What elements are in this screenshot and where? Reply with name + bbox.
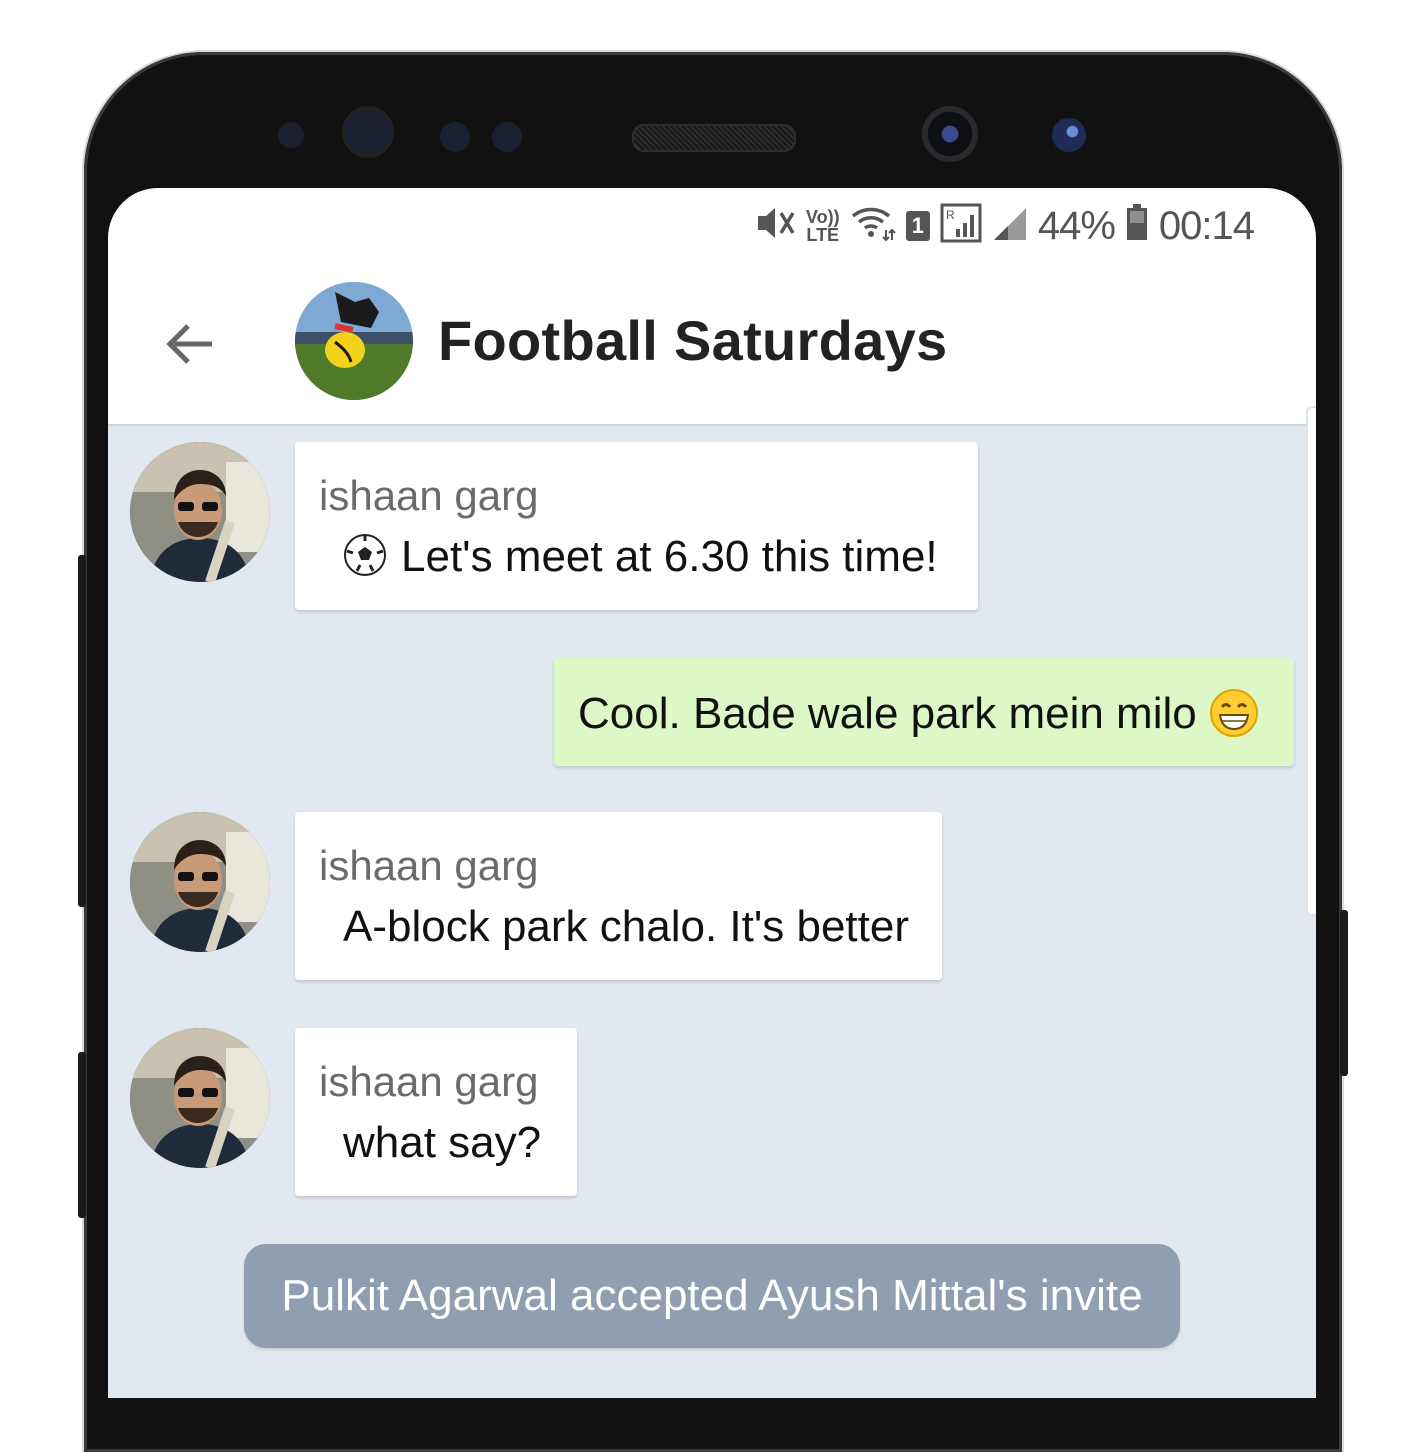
- battery-percent: 44%: [1037, 203, 1116, 248]
- iris-camera-icon: [342, 106, 394, 158]
- sender-name[interactable]: ishaan garg: [319, 1058, 539, 1106]
- message-text: Let's meet at 6.30 this time!: [343, 532, 938, 582]
- front-camera-icon: [922, 106, 978, 162]
- sender-name[interactable]: ishaan garg: [319, 842, 539, 890]
- sim-1-icon: 1: [905, 211, 930, 241]
- avatar[interactable]: [130, 812, 270, 952]
- group-avatar[interactable]: [295, 282, 413, 400]
- status-bar: Vo)) LTE 1 R 44% 00:14: [108, 188, 1316, 264]
- sender-name[interactable]: ishaan garg: [319, 472, 539, 520]
- message-text: A-block park chalo. It's better: [343, 902, 909, 951]
- message-bubble-outgoing[interactable]: Cool. Bade wale park mein milo: [554, 658, 1294, 766]
- chat-area[interactable]: ishaan garg Let's meet at 6.30 this time…: [108, 406, 1316, 1398]
- group-title[interactable]: Football Saturdays: [438, 308, 947, 373]
- volume-button: [78, 555, 86, 907]
- person-photo-icon: [130, 812, 270, 952]
- iris-scanner-icon: [1052, 118, 1086, 152]
- message-text: Cool. Bade wale park mein milo: [578, 688, 1259, 739]
- wifi-icon: [850, 204, 896, 248]
- back-button[interactable]: [164, 318, 216, 370]
- message-bubble[interactable]: ishaan garg Let's meet at 6.30 this time…: [295, 442, 978, 610]
- power-button: [1340, 910, 1348, 1076]
- earpiece-speaker: [632, 124, 796, 152]
- message-bubble[interactable]: ishaan garg what say?: [295, 1028, 577, 1196]
- svg-text:R: R: [946, 208, 955, 222]
- scrollbar[interactable]: [1306, 406, 1316, 916]
- message-bubble[interactable]: ishaan garg A-block park chalo. It's bet…: [295, 812, 942, 980]
- message-body: Let's meet at 6.30 this time!: [401, 532, 938, 581]
- avatar[interactable]: [130, 1028, 270, 1168]
- screen: Vo)) LTE 1 R 44% 00:14 Football Saturday…: [108, 188, 1316, 1398]
- football-photo-icon: [295, 282, 413, 400]
- sensor-icon: [492, 122, 522, 152]
- avatar[interactable]: [130, 442, 270, 582]
- volte-top-label: Vo)): [805, 207, 840, 227]
- battery-icon: [1125, 204, 1149, 248]
- person-photo-icon: [130, 1028, 270, 1168]
- sensor-icon: [440, 122, 470, 152]
- app-bar: Football Saturdays: [108, 264, 1316, 424]
- person-photo-icon: [130, 442, 270, 582]
- soccer-ball-icon: [344, 534, 386, 576]
- volte-icon: Vo)) LTE: [806, 208, 840, 244]
- message-text: what say?: [343, 1118, 542, 1167]
- clock: 00:14: [1158, 203, 1255, 248]
- sensor-icon: [278, 122, 304, 148]
- volte-bottom-label: LTE: [806, 225, 840, 245]
- mute-vibrate-icon: [754, 204, 796, 248]
- grinning-face-icon: [1209, 689, 1258, 737]
- roaming-signal-icon: R: [940, 203, 982, 249]
- signal-icon: [992, 204, 1028, 248]
- arrow-left-icon: [166, 324, 212, 364]
- message-body: Cool. Bade wale park mein milo: [578, 689, 1197, 738]
- bixby-button: [78, 1052, 86, 1218]
- system-message: Pulkit Agarwal accepted Ayush Mittal's i…: [244, 1244, 1180, 1348]
